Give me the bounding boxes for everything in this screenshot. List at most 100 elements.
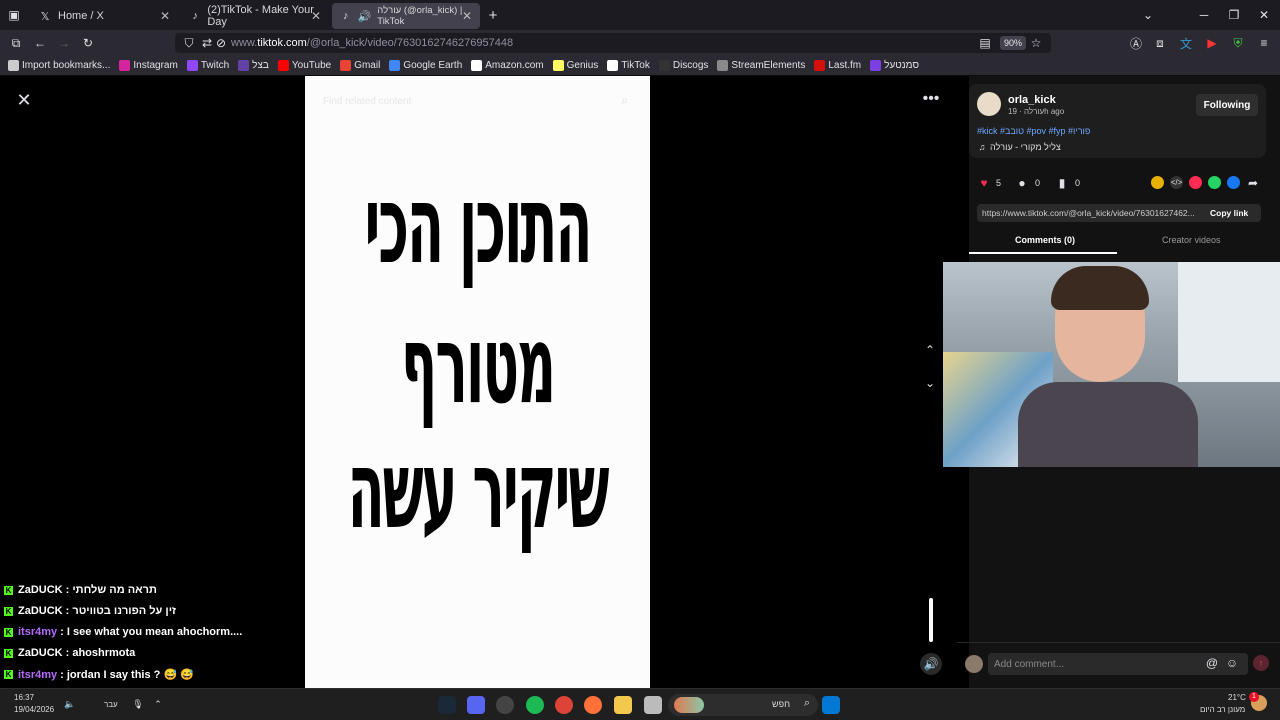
comment-icon[interactable]: ●	[1015, 176, 1029, 190]
heart-icon[interactable]: ♥	[977, 176, 991, 190]
following-button[interactable]: Following	[1196, 94, 1258, 116]
reload-icon[interactable]: ↻	[80, 35, 96, 51]
bookmark-item[interactable]: TikTok	[607, 60, 650, 71]
author-username[interactable]: orla_kick	[1008, 94, 1056, 106]
forward-icon[interactable]: →	[56, 35, 72, 51]
whatsapp-icon[interactable]	[1208, 176, 1221, 189]
tab-home-x[interactable]: 𝕏 Home / X ✕	[30, 3, 178, 29]
embed-icon[interactable]: </>	[1170, 176, 1183, 189]
windows-start-icon[interactable]	[822, 696, 840, 714]
translate-icon[interactable]: 文	[1178, 35, 1194, 51]
bookmark-favicon-icon	[340, 60, 352, 71]
bookmark-item[interactable]: Import bookmarks...	[8, 60, 110, 71]
volume-slider[interactable]	[929, 598, 933, 642]
tab-overview-icon[interactable]: ▣	[6, 7, 22, 23]
bookmark-item[interactable]: Last.fm	[814, 60, 861, 71]
input-language[interactable]: עבר	[104, 700, 118, 709]
bookmark-item[interactable]: סמנטעל	[870, 60, 919, 71]
chrome-icon[interactable]	[555, 696, 573, 714]
minimize-icon[interactable]: ─	[1196, 7, 1212, 23]
speaker-icon[interactable]: 🔊	[358, 9, 372, 23]
bookmark-item[interactable]: Google Earth	[389, 60, 462, 71]
bookmark-item[interactable]: Instagram	[119, 60, 178, 71]
bookmark-item[interactable]: YouTube	[277, 60, 331, 71]
account-icon[interactable]: Ⓐ	[1128, 35, 1144, 51]
bookmark-item[interactable]: Discogs	[658, 60, 708, 71]
volume-icon[interactable]: 🔊	[920, 653, 942, 675]
steam-icon[interactable]	[438, 696, 456, 714]
close-tab-icon[interactable]: ✕	[462, 9, 472, 23]
mute-icon[interactable]: ⊘	[213, 35, 229, 51]
more-options-icon[interactable]: •••	[920, 90, 942, 108]
bookmark-item[interactable]: Twitch	[186, 60, 230, 71]
hashtags[interactable]: #kick #טובב #pov #fyp #פוריו	[977, 126, 1090, 136]
tab-creator-videos[interactable]: Creator videos	[1162, 235, 1221, 245]
url-bar[interactable]: ⛉ ⇄ ⊘ www. tiktok.com/@orla_kick/video/76…	[175, 33, 1051, 53]
taskbar-search[interactable]: חפש ⌕	[668, 694, 818, 716]
sidebar-icon[interactable]: ⧉	[8, 35, 24, 51]
firefox-icon[interactable]	[584, 696, 602, 714]
bookmark-item[interactable]: Amazon.com	[471, 60, 544, 71]
coin-icon[interactable]	[1151, 176, 1164, 189]
tab-comments[interactable]: Comments (0)	[1015, 235, 1075, 245]
bookmark-favicon-icon	[552, 60, 564, 71]
discord-icon[interactable]	[467, 696, 485, 714]
bookmark-label: Last.fm	[828, 60, 862, 71]
reader-view-icon[interactable]: ▤	[977, 35, 993, 51]
repost-icon[interactable]	[1189, 176, 1202, 189]
speaker-tray-icon[interactable]: 🔈	[64, 698, 76, 710]
bookmark-item[interactable]: Genius	[552, 60, 598, 71]
bookmark-favicon-icon	[389, 60, 401, 71]
facebook-icon[interactable]	[1227, 176, 1240, 189]
notification-badge: 1	[1249, 692, 1259, 702]
tab-tiktok-main[interactable]: ♪ (2)TikTok - Make Your Day ✕	[181, 3, 329, 29]
close-window-icon[interactable]: ✕	[1256, 7, 1272, 23]
mention-icon[interactable]: @	[1205, 656, 1219, 670]
chevron-down-icon[interactable]: ⌄	[1140, 7, 1156, 23]
bookmark-item[interactable]: StreamElements	[717, 60, 805, 71]
video-player[interactable]: Find related content ⌕ התוכן הכי מטורף ש…	[305, 76, 650, 688]
spotify-icon[interactable]	[526, 696, 544, 714]
chat-username[interactable]: itsr4my	[18, 669, 57, 681]
send-icon[interactable]: ↑	[1253, 655, 1269, 671]
back-icon[interactable]: ←	[32, 35, 48, 51]
previous-video-icon[interactable]: ⌃	[921, 341, 939, 359]
chat-username[interactable]: itsr4my	[18, 626, 57, 638]
shield-icon[interactable]: ⛉	[181, 35, 197, 51]
next-video-icon[interactable]: ⌄	[921, 374, 939, 392]
search-input[interactable]: Find related content	[317, 90, 637, 112]
bookmark-item[interactable]: בצל	[238, 60, 269, 71]
file-explorer-icon[interactable]	[614, 696, 632, 714]
close-icon[interactable]: ✕	[14, 90, 34, 110]
close-tab-icon[interactable]: ✕	[311, 9, 321, 23]
adblock-icon[interactable]: ⛨	[1230, 35, 1246, 51]
bookmark-label: Twitch	[200, 60, 230, 71]
share-icon[interactable]: ➦	[1246, 176, 1260, 190]
extensions-icon[interactable]: ⧈	[1152, 35, 1168, 51]
video-link[interactable]: https://www.tiktok.com/@orla_kick/video/…	[982, 208, 1202, 218]
tab-tiktok-video[interactable]: ♪ 🔊 עורלה (@orla_kick) | TikTok ✕	[332, 3, 480, 29]
tray-chevron-icon[interactable]: ⌃	[152, 698, 164, 710]
chat-username[interactable]: ZaDUCK	[18, 605, 63, 617]
avatar[interactable]	[977, 92, 1001, 116]
bookmark-icon[interactable]: ▮	[1055, 176, 1069, 190]
chat-text: : ahoshrmota	[65, 647, 136, 659]
youtube-ext-icon[interactable]: ▶	[1204, 35, 1220, 51]
copy-link-button[interactable]: Copy link	[1210, 208, 1248, 218]
menu-icon[interactable]: ≡	[1256, 35, 1272, 51]
obs-icon[interactable]	[496, 696, 514, 714]
bookmark-star-icon[interactable]: ☆	[1028, 35, 1044, 51]
search-icon[interactable]: ⌕	[618, 93, 632, 107]
chat-username[interactable]: ZaDUCK	[18, 647, 63, 659]
emoji-icon[interactable]: ☺	[1225, 656, 1239, 670]
app-icon[interactable]	[644, 696, 662, 714]
close-tab-icon[interactable]: ✕	[160, 9, 170, 23]
microphone-icon[interactable]: 🎙	[132, 698, 144, 710]
bookmark-item[interactable]: Gmail	[340, 60, 380, 71]
new-tab-icon[interactable]: +	[485, 7, 501, 24]
bookmark-favicon-icon	[607, 60, 619, 71]
sound-name[interactable]: צליל מקורי - עורלה	[990, 142, 1061, 152]
zoom-indicator[interactable]: 90%	[1000, 36, 1027, 50]
chat-username[interactable]: ZaDUCK	[18, 584, 63, 596]
maximize-icon[interactable]: ❐	[1226, 7, 1242, 23]
